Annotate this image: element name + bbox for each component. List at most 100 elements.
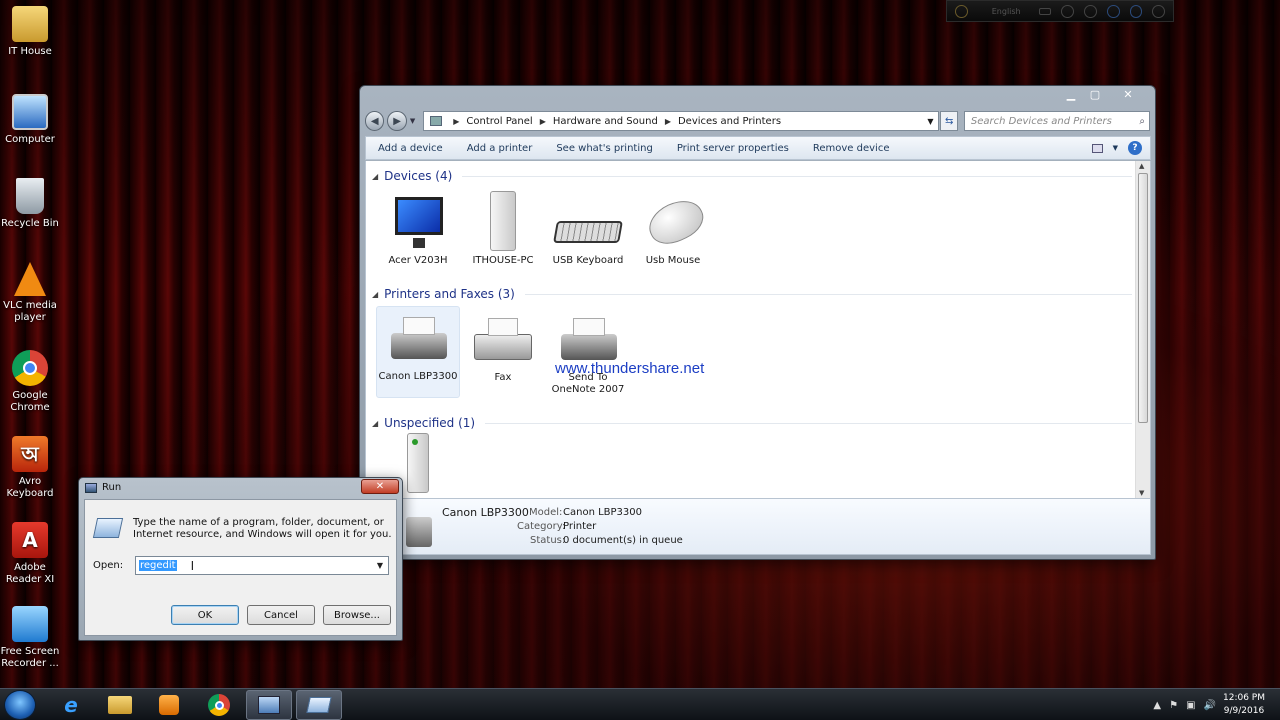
- help-icon[interactable]: [1129, 4, 1143, 18]
- group-header-devices[interactable]: ◢ Devices (4): [372, 169, 1132, 183]
- network-icon[interactable]: ▣: [1186, 700, 1195, 711]
- run-close-button[interactable]: ✕: [361, 479, 399, 494]
- device-usb-mouse[interactable]: Usb Mouse: [631, 191, 715, 267]
- desktop-icon-computer[interactable]: Computer: [0, 94, 60, 146]
- details-category-label: Category:: [517, 521, 566, 532]
- address-dropdown-icon[interactable]: ▼: [922, 117, 938, 126]
- taskbar-run[interactable]: [296, 690, 342, 720]
- forward-button[interactable]: ▶: [387, 111, 407, 131]
- device-ithouse-pc[interactable]: ITHOUSE-PC: [461, 191, 545, 267]
- volume-icon[interactable]: 🔊: [1204, 700, 1216, 711]
- remove-device-button[interactable]: Remove device: [801, 143, 902, 154]
- help-icon[interactable]: ?: [1128, 141, 1142, 155]
- group-header-printers[interactable]: ◢ Printers and Faxes (3): [372, 287, 1132, 301]
- desktop-icon-free-screen-recorder[interactable]: Free Screen Recorder ...: [0, 606, 60, 670]
- maximize-button[interactable]: ▢: [1083, 86, 1107, 103]
- details-device-name: Canon LBP3300: [442, 506, 529, 519]
- details-category-value: Printer: [563, 521, 597, 532]
- show-hidden-icons-icon[interactable]: ▲: [1153, 700, 1161, 711]
- breadcrumb-hardware-and-sound[interactable]: Hardware and Sound: [553, 116, 658, 127]
- clock-time: 12:06 PM: [1223, 693, 1265, 703]
- collapse-triangle-icon[interactable]: ◢: [372, 172, 378, 181]
- run-title-bar[interactable]: Run: [85, 482, 121, 493]
- vertical-scrollbar[interactable]: ▲ ▼: [1135, 161, 1150, 498]
- run-dialog: Run ✕ Type the name of a program, folder…: [78, 477, 403, 641]
- group-header-unspecified[interactable]: ◢ Unspecified (1): [372, 416, 1132, 430]
- taskbar-file-explorer[interactable]: [97, 690, 143, 720]
- desktop-icon-it-house[interactable]: IT House: [0, 6, 60, 58]
- collapse-triangle-icon[interactable]: ◢: [372, 290, 378, 299]
- add-printer-button[interactable]: Add a printer: [455, 143, 545, 154]
- avro-mode-icon[interactable]: [955, 4, 968, 18]
- keyboard-icon[interactable]: [1038, 7, 1052, 15]
- ie-icon[interactable]: [1106, 4, 1120, 18]
- desktop-icon-label: Adobe Reader XI: [5, 562, 55, 585]
- run-open-value[interactable]: regedit: [139, 560, 177, 571]
- breadcrumb-control-panel[interactable]: Control Panel: [466, 116, 532, 127]
- desktop-icon-label: Free Screen Recorder ...: [0, 646, 60, 669]
- action-center-icon[interactable]: ⚑: [1169, 700, 1178, 711]
- info-icon[interactable]: [1152, 4, 1166, 18]
- collapse-triangle-icon[interactable]: ◢: [372, 419, 378, 428]
- print-server-properties-button[interactable]: Print server properties: [665, 143, 801, 154]
- desktop-icon-adobe-reader[interactable]: A Adobe Reader XI: [0, 522, 60, 586]
- scroll-up-icon[interactable]: ▲: [1139, 162, 1144, 170]
- close-button[interactable]: ✕: [1107, 86, 1149, 103]
- search-input[interactable]: Search Devices and Printers ⌕: [963, 111, 1150, 131]
- fax-icon: [468, 308, 538, 368]
- refresh-button[interactable]: ⇆: [940, 111, 958, 131]
- minimize-button[interactable]: ▁: [1059, 86, 1083, 103]
- view-dropdown-icon[interactable]: ▼: [1113, 144, 1118, 152]
- run-open-input[interactable]: regedit I ▼: [135, 556, 389, 575]
- change-view-icon[interactable]: [1091, 143, 1103, 153]
- device-usb-keyboard[interactable]: USB Keyboard: [546, 191, 630, 267]
- desktop-icon-vlc[interactable]: VLC media player: [0, 262, 60, 324]
- taskbar-control-panel[interactable]: [246, 690, 292, 720]
- search-icon[interactable]: ⌕: [1139, 116, 1145, 127]
- desktop-icon-chrome[interactable]: Google Chrome: [0, 350, 60, 414]
- ok-button[interactable]: OK: [171, 605, 239, 625]
- folder-icon: [108, 696, 132, 714]
- taskbar-chrome[interactable]: [196, 690, 242, 720]
- breadcrumb-devices-and-printers[interactable]: Devices and Printers: [678, 116, 781, 127]
- clock[interactable]: 12:06 PM 9/9/2016: [1218, 692, 1270, 718]
- add-device-button[interactable]: Add a device: [366, 143, 455, 154]
- details-status-label: Status:: [530, 535, 566, 546]
- settings-icon[interactable]: [1084, 4, 1097, 18]
- tools-icon[interactable]: [1061, 4, 1075, 18]
- run-dialog-body: Type the name of a program, folder, docu…: [84, 499, 397, 636]
- navigation-bar: ◀ ▶ ▼ ▶ Control Panel ▶ Hardware and Sou…: [365, 110, 1150, 132]
- language-label[interactable]: English: [992, 7, 1021, 16]
- back-button[interactable]: ◀: [365, 111, 385, 131]
- run-history-dropdown-icon[interactable]: ▼: [372, 561, 388, 570]
- breadcrumb-separator-icon: ▶: [453, 116, 460, 126]
- cancel-button[interactable]: Cancel: [247, 605, 315, 625]
- printer-send-to-onenote[interactable]: Send To OneNote 2007: [546, 308, 630, 396]
- see-whats-printing-button[interactable]: See what's printing: [544, 143, 665, 154]
- group-title: Printers and Faxes (3): [384, 287, 515, 301]
- scrollbar-thumb[interactable]: [1138, 173, 1148, 423]
- address-bar[interactable]: ▶ Control Panel ▶ Hardware and Sound ▶ D…: [423, 111, 940, 131]
- desktop-icon-avro[interactable]: অ Avro Keyboard: [0, 436, 60, 500]
- device-label: ITHOUSE-PC: [472, 255, 534, 266]
- run-app-icon: [85, 482, 97, 493]
- printer-canon-lbp3300[interactable]: Canon LBP3300: [376, 306, 460, 398]
- keyboard-icon: [553, 191, 623, 251]
- computer-tower-icon: [468, 191, 538, 251]
- run-program-icon: [92, 518, 124, 538]
- taskbar-internet-explorer[interactable]: e: [48, 690, 94, 720]
- device-label: Acer V203H: [388, 255, 448, 266]
- scroll-down-icon[interactable]: ▼: [1139, 489, 1144, 497]
- recent-pages-dropdown-icon[interactable]: ▼: [410, 117, 415, 125]
- breadcrumb-separator-icon: ▶: [539, 116, 546, 126]
- group-title: Devices (4): [384, 169, 453, 183]
- desktop-icon-recycle-bin[interactable]: Recycle Bin: [0, 178, 60, 230]
- search-placeholder: Search Devices and Printers: [970, 115, 1112, 127]
- details-model-value: Canon LBP3300: [563, 507, 642, 518]
- browse-button[interactable]: Browse...: [323, 605, 391, 625]
- printer-fax[interactable]: Fax: [461, 308, 545, 384]
- taskbar-media-player[interactable]: [146, 690, 192, 720]
- folder-icon: [12, 6, 48, 42]
- device-acer-monitor[interactable]: Acer V203H: [376, 191, 460, 267]
- start-button[interactable]: [4, 690, 36, 720]
